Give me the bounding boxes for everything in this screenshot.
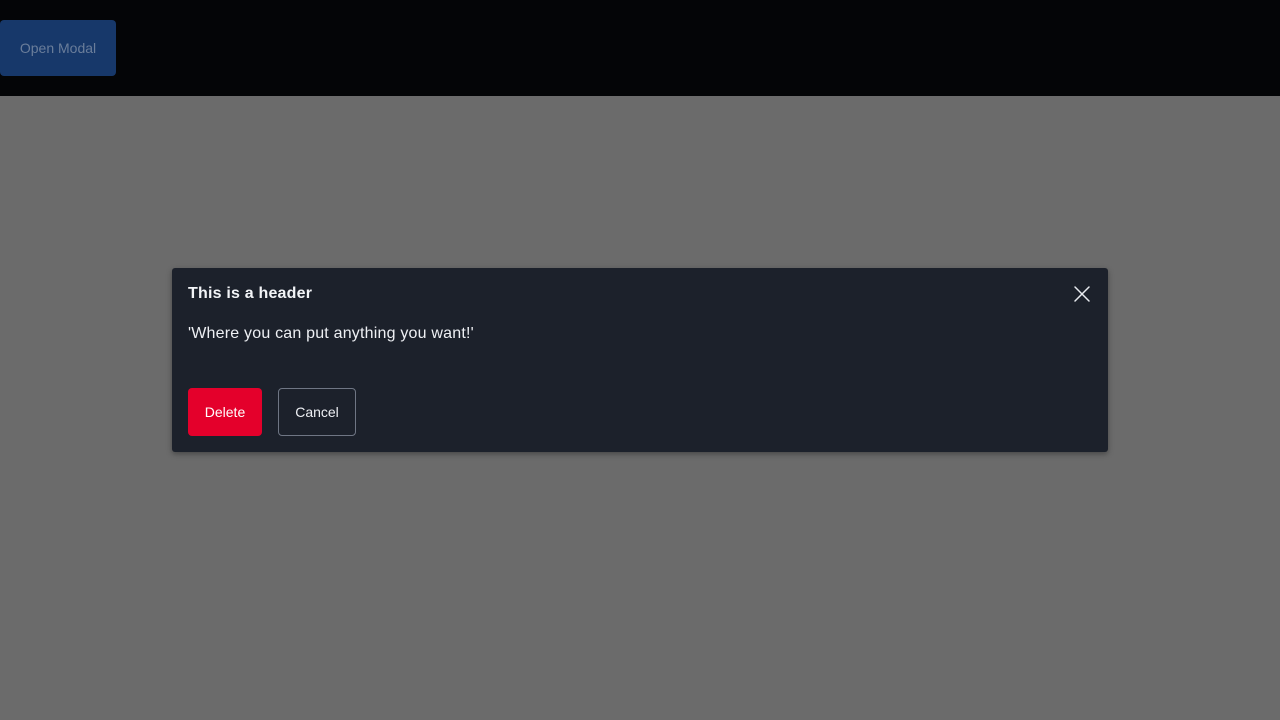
modal-body-text: 'Where you can put anything you want!' (188, 325, 474, 342)
modal-title: This is a header (188, 285, 313, 302)
cancel-button[interactable]: Cancel (278, 388, 356, 436)
close-button[interactable] (1070, 282, 1094, 306)
close-icon (1070, 282, 1094, 306)
modal-dialog: This is a header 'Where you can put anyt… (172, 268, 1108, 452)
open-modal-button[interactable]: Open Modal (0, 20, 116, 76)
delete-button[interactable]: Delete (188, 388, 262, 436)
top-bar: Open Modal (0, 0, 1280, 96)
